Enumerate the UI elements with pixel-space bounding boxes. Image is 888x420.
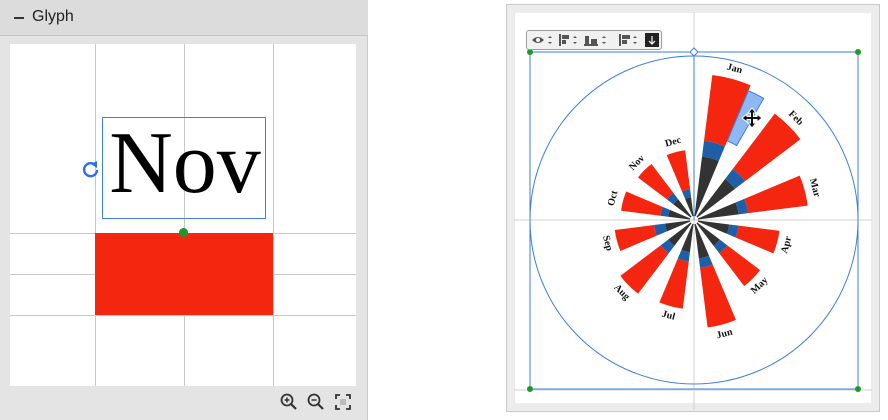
anchor-button-icon[interactable] [645, 33, 659, 47]
resize-handle[interactable] [527, 386, 533, 392]
radial-bar-chart[interactable]: JanFebMarAprMayJunJulAugSepOctNovDec [0, 0, 888, 420]
align-top-dropdown-icon[interactable] [557, 33, 579, 47]
bar-outer-nov[interactable] [637, 163, 674, 200]
resize-handle[interactable] [855, 49, 861, 55]
bar-outer-dec[interactable] [666, 150, 691, 192]
category-label-mar: Mar [807, 177, 823, 199]
category-label-apr: Apr [779, 235, 794, 255]
bar-outer-sep[interactable] [614, 225, 657, 251]
category-label-jun: Jun [715, 326, 734, 341]
mark-toolbar [526, 30, 662, 50]
category-label-sep: Sep [600, 234, 615, 252]
bar-outer-jul[interactable] [659, 258, 689, 309]
visibility-dropdown-icon[interactable] [531, 33, 553, 47]
align-left-dropdown-icon[interactable] [617, 33, 639, 47]
bar-outer-aug[interactable] [620, 245, 669, 294]
category-label-jul: Jul [660, 309, 676, 323]
resize-handle[interactable] [855, 386, 861, 392]
bars-group [614, 74, 808, 328]
angle-handle[interactable] [689, 47, 699, 57]
category-label-nov: Nov [627, 153, 647, 173]
category-label-dec: Dec [664, 135, 683, 150]
category-label-jan: Jan [726, 62, 744, 77]
bar-outer-apr[interactable] [735, 225, 780, 254]
category-label-feb: Feb [786, 109, 805, 128]
bar-outer-may[interactable] [719, 245, 761, 287]
bar-outer-oct[interactable] [621, 191, 663, 216]
category-label-oct: Oct [606, 189, 621, 208]
align-bottom-dropdown-icon[interactable] [583, 33, 609, 47]
bar-outer-jun[interactable] [700, 264, 736, 328]
bar-outer-mar[interactable] [744, 175, 808, 214]
